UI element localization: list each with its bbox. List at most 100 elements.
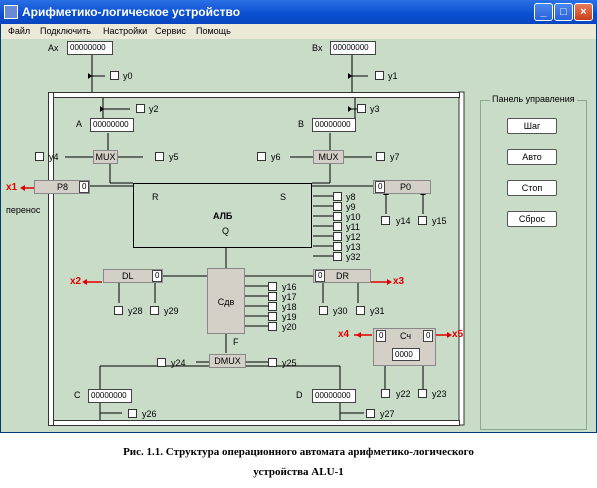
output-x4: x4 (338, 329, 350, 340)
y13-checkbox[interactable] (333, 242, 342, 251)
y5-label: y5 (169, 152, 179, 162)
y23-label: y23 (432, 389, 447, 399)
counter-right: 0 (423, 330, 433, 342)
y11-checkbox[interactable] (333, 222, 342, 231)
y25-label: y25 (282, 358, 297, 368)
y2-checkbox[interactable] (136, 104, 145, 113)
y15-checkbox[interactable] (418, 216, 427, 225)
y26-checkbox[interactable] (128, 409, 137, 418)
counter-value: 0000 (392, 348, 420, 361)
y7-label: y7 (390, 152, 400, 162)
y24-label: y24 (171, 358, 186, 368)
dl-value: 0 (152, 270, 162, 282)
auto-button[interactable]: Авто (507, 149, 557, 165)
y12-checkbox[interactable] (333, 232, 342, 241)
y31-checkbox[interactable] (356, 306, 365, 315)
y16-label: y16 (282, 282, 297, 292)
register-d-value: 00000000 (312, 389, 356, 403)
y19-label: y19 (282, 312, 297, 322)
bx-label: Bx (312, 43, 323, 53)
y27-checkbox[interactable] (366, 409, 375, 418)
y9-checkbox[interactable] (333, 202, 342, 211)
stop-button[interactable]: Стоп (507, 180, 557, 196)
y30-checkbox[interactable] (319, 306, 328, 315)
ax-input[interactable]: 00000000 (67, 41, 113, 55)
y25-checkbox[interactable] (268, 358, 277, 367)
y30-label: y30 (333, 306, 348, 316)
y20-checkbox[interactable] (268, 322, 277, 331)
y3-checkbox[interactable] (357, 104, 366, 113)
y18-checkbox[interactable] (268, 302, 277, 311)
y0-label: y0 (123, 71, 133, 81)
y14-checkbox[interactable] (381, 216, 390, 225)
y19-checkbox[interactable] (268, 312, 277, 321)
carry-label: перенос (6, 205, 41, 215)
y22-checkbox[interactable] (381, 389, 390, 398)
y15-label: y15 (432, 216, 447, 226)
p8-value: 0 (79, 181, 89, 193)
y5-checkbox[interactable] (155, 152, 164, 161)
dr-value: 0 (315, 270, 325, 282)
bus-bottom (48, 420, 460, 426)
y12-label: y12 (346, 232, 361, 242)
y6-label: y6 (271, 152, 281, 162)
alu-s-label: S (280, 192, 287, 202)
y28-label: y28 (128, 306, 143, 316)
alu-r-label: R (152, 192, 159, 202)
bus-top (48, 92, 460, 98)
y29-checkbox[interactable] (150, 306, 159, 315)
register-c-label: C (74, 390, 81, 400)
mux-right: MUX (313, 150, 344, 164)
counter-label: Сч (400, 331, 412, 341)
y23-checkbox[interactable] (418, 389, 427, 398)
register-d-label: D (296, 390, 303, 400)
y11-label: y11 (346, 222, 360, 232)
y4-label: y4 (49, 152, 59, 162)
y24-checkbox[interactable] (157, 358, 166, 367)
y29-label: y29 (164, 306, 179, 316)
y8-checkbox[interactable] (333, 192, 342, 201)
y28-checkbox[interactable] (114, 306, 123, 315)
output-x1: x1 (6, 182, 18, 193)
output-x5: x5 (452, 329, 464, 340)
y10-checkbox[interactable] (333, 212, 342, 221)
register-b-label: B (298, 119, 305, 129)
y1-checkbox[interactable] (375, 71, 384, 80)
counter-left: 0 (376, 330, 386, 342)
y16-checkbox[interactable] (268, 282, 277, 291)
shifter-block: Сдв (207, 268, 245, 334)
figure-caption-line2: устройства ALU-1 (253, 466, 344, 478)
register-a-label: A (76, 119, 83, 129)
y22-label: y22 (396, 389, 411, 399)
alu-q-label: Q (222, 226, 230, 236)
step-button[interactable]: Шаг (507, 118, 557, 134)
y9-label: y9 (346, 202, 356, 212)
output-x3: x3 (393, 276, 405, 287)
y31-label: y31 (370, 306, 385, 316)
y17-label: y17 (282, 292, 297, 302)
bx-input[interactable]: 00000000 (330, 41, 376, 55)
p0-value: 0 (375, 181, 385, 193)
shifter-f-label: F (233, 337, 239, 347)
y7-checkbox[interactable] (376, 152, 385, 161)
y20-label: y20 (282, 322, 297, 332)
y0-checkbox[interactable] (110, 71, 119, 80)
y32-label: y32 (346, 252, 361, 262)
y13-label: y13 (346, 242, 361, 252)
figure-caption-line1: Рис. 1.1. Структура операционного автома… (123, 446, 474, 458)
y27-label: y27 (380, 409, 395, 419)
y4-checkbox[interactable] (35, 152, 44, 161)
reset-button[interactable]: Сброс (507, 211, 557, 227)
mux-left: MUX (93, 150, 118, 164)
y32-checkbox[interactable] (333, 252, 342, 261)
y26-label: y26 (142, 409, 157, 419)
y18-label: y18 (282, 302, 297, 312)
ax-label: Ax (48, 43, 59, 53)
y3-label: y3 (370, 104, 380, 114)
y6-checkbox[interactable] (257, 152, 266, 161)
register-b-value: 00000000 (312, 118, 356, 132)
alu-label: АЛБ (213, 211, 233, 221)
register-a-value: 00000000 (90, 118, 134, 132)
y17-checkbox[interactable] (268, 292, 277, 301)
bus-left (48, 92, 54, 426)
